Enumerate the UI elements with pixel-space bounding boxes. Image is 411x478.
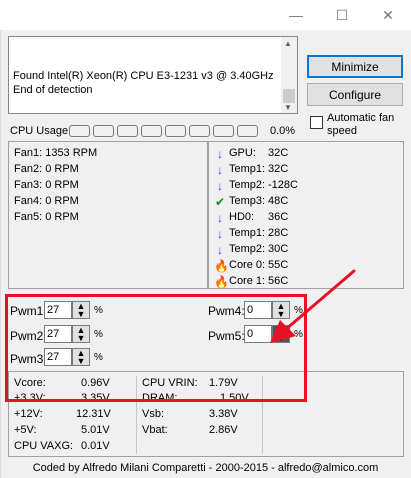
annotation-arrow xyxy=(270,269,356,343)
footer-credit: Coded by Alfredo Milani Comparetti - 200… xyxy=(32,462,379,474)
